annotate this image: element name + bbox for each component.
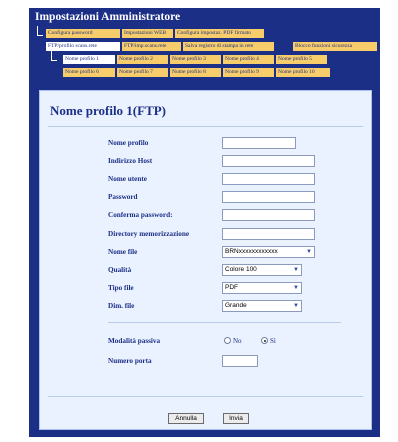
tab-nome-profilo-8[interactable]: Nome profilo 8 <box>170 68 221 77</box>
tab-ftp-imp-scans-rete[interactable]: FTP/imp.scans.rete <box>122 42 181 51</box>
page-title: Nome profilo 1(FTP) <box>50 103 167 118</box>
tab-configura-pdf-firmato[interactable]: Configura impostaz. PDF firmato <box>175 29 264 38</box>
radio-si[interactable] <box>261 337 268 344</box>
qualita-value: Colore 100 <box>225 266 257 273</box>
dim-file-select[interactable]: Grande ▼ <box>222 300 302 312</box>
chevron-down-icon[interactable]: ▼ <box>291 283 301 293</box>
tab-nome-profilo-10[interactable]: Nome profilo 10 <box>276 68 330 77</box>
tree-connector-icon <box>51 51 57 61</box>
tab-nome-profilo-7[interactable]: Nome profilo 7 <box>117 68 168 77</box>
tab-configura-password[interactable]: Configura password <box>46 29 120 38</box>
label-password: Password <box>108 193 138 201</box>
tipo-file-select[interactable]: PDF ▼ <box>222 282 302 294</box>
profile-form-panel: Nome profilo 1(FTP) Nome profilo Indiriz… <box>39 90 372 430</box>
nome-utente-input[interactable] <box>222 173 315 185</box>
cancel-button[interactable]: Annulla <box>168 413 204 424</box>
tab-blocco-funzioni-sicurezza[interactable]: Blocco funzioni sicurezza <box>293 42 377 51</box>
divider <box>108 322 341 323</box>
nome-profilo-input[interactable] <box>222 137 296 149</box>
label-dim-file: Dim. file <box>108 302 135 310</box>
divider <box>48 126 363 127</box>
tab-ftp-profilo-scans-rete[interactable]: FTP/profilo scans.rete <box>46 42 120 51</box>
tab-salva-registro-stampa[interactable]: Salva registro di stampa in rete <box>183 42 274 51</box>
chevron-down-icon[interactable]: ▼ <box>304 247 314 257</box>
label-qualita: Qualità <box>108 266 132 274</box>
nome-file-select[interactable]: BRNxxxxxxxxxxxx ▼ <box>222 246 315 258</box>
qualita-select[interactable]: Colore 100 ▼ <box>222 264 302 276</box>
label-tipo-file: Tipo file <box>108 284 134 292</box>
label-indirizzo-host: Indirizzo Host <box>108 157 153 165</box>
admin-title: Impostazioni Amministratore <box>35 11 181 23</box>
tab-impostazioni-web[interactable]: Impostazioni WEB <box>122 29 173 38</box>
admin-frame: Impostazioni Amministratore Configura pa… <box>29 8 380 437</box>
chevron-down-icon[interactable]: ▼ <box>291 265 301 275</box>
label-nome-profilo: Nome profilo <box>108 139 149 147</box>
label-directory: Directory memorizzazione <box>108 230 190 238</box>
label-modalita-passiva: Modalità passiva <box>108 337 161 345</box>
directory-input[interactable] <box>222 228 315 240</box>
radio-no-label: No <box>233 337 242 345</box>
tab-nome-profilo-3[interactable]: Nome profilo 3 <box>170 55 221 64</box>
tab-nome-profilo-1[interactable]: Nome profilo 1 <box>63 55 115 64</box>
send-button[interactable]: Invia <box>223 413 249 424</box>
dim-file-value: Grande <box>225 302 247 309</box>
conferma-password-input[interactable] <box>222 209 315 221</box>
tab-nome-profilo-9[interactable]: Nome profilo 9 <box>223 68 274 77</box>
password-input[interactable] <box>222 191 315 203</box>
numero-porta-input[interactable] <box>222 355 258 367</box>
label-numero-porta: Numero porta <box>108 357 152 365</box>
tab-nome-profilo-5[interactable]: Nome profilo 5 <box>276 55 327 64</box>
label-nome-file: Nome file <box>108 248 138 256</box>
label-conferma-password: Conferma password: <box>108 211 173 219</box>
chevron-down-icon[interactable]: ▼ <box>291 301 301 311</box>
radio-si-label: Sì <box>270 337 276 345</box>
tab-nome-profilo-6[interactable]: Nome profilo 6 <box>63 68 115 77</box>
radio-no-option[interactable]: No <box>224 337 242 345</box>
divider <box>48 396 363 397</box>
nome-file-value: BRNxxxxxxxxxxxx <box>225 248 278 255</box>
indirizzo-host-input[interactable] <box>222 155 315 167</box>
tab-nome-profilo-2[interactable]: Nome profilo 2 <box>117 55 168 64</box>
tab-nome-profilo-4[interactable]: Nome profilo 4 <box>223 55 274 64</box>
label-nome-utente: Nome utente <box>108 175 147 183</box>
radio-no[interactable] <box>224 337 231 344</box>
radio-si-option[interactable]: Sì <box>261 337 276 345</box>
tipo-file-value: PDF <box>225 284 238 291</box>
tree-connector-icon <box>37 26 43 36</box>
